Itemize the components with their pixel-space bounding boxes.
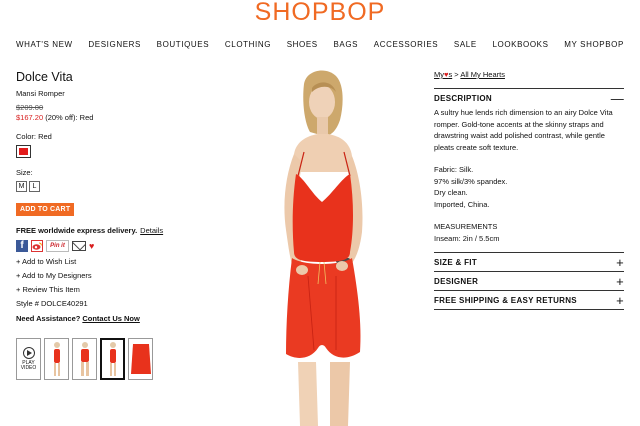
product-thumb-3-selected[interactable] [100,338,125,380]
shipping-returns-header[interactable]: FREE SHIPPING & EASY RETURNS + [434,290,624,309]
play-icon [22,347,35,359]
size-option-l[interactable]: L [29,181,40,192]
fabric-details: Fabric: Silk. 97% silk/3% spandex. Dry c… [434,164,624,210]
description-header[interactable]: DESCRIPTION — [434,88,624,107]
breadcrumb-s: s [448,70,453,79]
swatch-fill [19,148,28,155]
thumb-detail [130,344,151,374]
free-delivery-line: FREE worldwide express delivery. Details [16,226,166,235]
need-assistance: Need Assistance? Contact Us Now [16,314,166,323]
size-fit-title: SIZE & FIT [434,257,477,267]
breadcrumb-separator: > [454,70,459,79]
size-options: M L [16,181,166,192]
sale-suffix: (20% off): Red [43,113,94,122]
product-thumb-1[interactable] [44,338,69,380]
weibo-icon[interactable] [31,240,43,252]
add-to-wish-list-link[interactable]: + Add to Wish List [16,257,166,266]
shipping-returns-title: FREE SHIPPING & EASY RETURNS [434,295,577,305]
add-to-cart-button[interactable]: ADD TO CART [16,203,75,216]
expand-icon[interactable]: + [616,255,624,270]
color-swatch-red[interactable] [16,145,31,158]
nav-boutiques[interactable]: BOUTIQUES [157,40,210,49]
size-fit-header[interactable]: SIZE & FIT + [434,252,624,271]
original-price: $209.00 [16,103,44,112]
sale-price: $167.20 [16,113,44,122]
product-thumb-2[interactable] [72,338,97,380]
product-name: Mansi Romper [16,89,65,98]
facebook-icon[interactable]: f [16,240,28,252]
details-link[interactable]: Details [140,226,163,235]
thumb-figure-3 [109,342,116,376]
product-info: Dolce Vita Mansi Romper $209.00 $167.20 … [16,70,166,323]
play-video-label: PLAY VIDEO [20,360,37,371]
expand-icon[interactable]: + [616,293,624,308]
thumb-figure-1 [53,342,60,376]
play-video-thumb[interactable]: PLAY VIDEO [16,338,41,380]
nav-sale[interactable]: SALE [454,40,477,49]
designer-header[interactable]: DESIGNER + [434,271,624,290]
brand-name[interactable]: Dolce Vita [16,70,166,84]
divider [434,309,624,310]
heart-icon[interactable]: ♥ [89,241,94,251]
description-title: DESCRIPTION [434,93,492,103]
thumb-figure-2 [80,342,89,376]
measurements: MEASUREMENTS Inseam: 2in / 5.5cm [434,221,624,244]
care-line: Dry clean. [434,188,468,197]
email-icon[interactable] [72,241,86,251]
breadcrumb: My♥s > All My Hearts [434,70,624,79]
color-label: Color: Red [16,132,52,141]
add-to-my-designers-link[interactable]: + Add to My Designers [16,271,166,280]
free-delivery-text: FREE worldwide express delivery. [16,226,138,235]
designer-title: DESIGNER [434,276,479,286]
nav-whats-new[interactable]: WHAT'S NEW [16,40,73,49]
sale-price-line: $167.20 (20% off): Red [16,113,166,122]
composition-line: 97% silk/3% spandex. [434,176,508,186]
inseam-line: Inseam: 2in / 5.5cm [434,233,500,243]
size-option-m[interactable]: M [16,181,27,192]
origin-line: Imported, China. [434,199,490,209]
nav-bags[interactable]: BAGS [333,40,358,49]
collapse-icon[interactable]: — [611,91,624,106]
breadcrumb-all-my-hearts[interactable]: All My Hearts [460,70,505,79]
shopbop-logo[interactable]: SHOPBOP [0,0,640,28]
nav-lookbooks[interactable]: LOOKBOOKS [492,40,548,49]
breadcrumb-my: My [434,70,444,79]
nav-my-shopbop[interactable]: MY SHOPBOP [564,40,624,49]
pinterest-button[interactable]: Pin it [46,240,69,252]
breadcrumb-my-hearts[interactable]: My♥s [434,70,452,79]
nav-clothing[interactable]: CLOTHING [225,40,271,49]
share-bar: f Pin it ♥ [16,240,166,252]
product-thumb-4-detail[interactable] [128,338,153,380]
description-body: A sultry hue lends rich dimension to an … [434,107,624,252]
main-nav: WHAT'S NEW DESIGNERS BOUTIQUES CLOTHING … [16,40,624,49]
expand-icon[interactable]: + [616,274,624,289]
nav-shoes[interactable]: SHOES [287,40,318,49]
description-text: A sultry hue lends rich dimension to an … [434,108,613,152]
style-number: Style # DOLCE40291 [16,299,88,308]
nav-designers[interactable]: DESIGNERS [88,40,141,49]
product-photo[interactable] [232,62,408,426]
need-assistance-label: Need Assistance? [16,314,81,323]
contact-us-link[interactable]: Contact Us Now [82,314,140,323]
review-item-link[interactable]: + Review This Item [16,285,166,294]
details-panel: My♥s > All My Hearts DESCRIPTION — A sul… [434,70,624,310]
thumbnail-strip: PLAY VIDEO [16,338,153,380]
nav-accessories[interactable]: ACCESSORIES [374,40,438,49]
size-label: Size: [16,168,33,177]
fabric-line: Fabric: Silk. [434,165,474,174]
measurements-title: MEASUREMENTS [434,222,498,231]
